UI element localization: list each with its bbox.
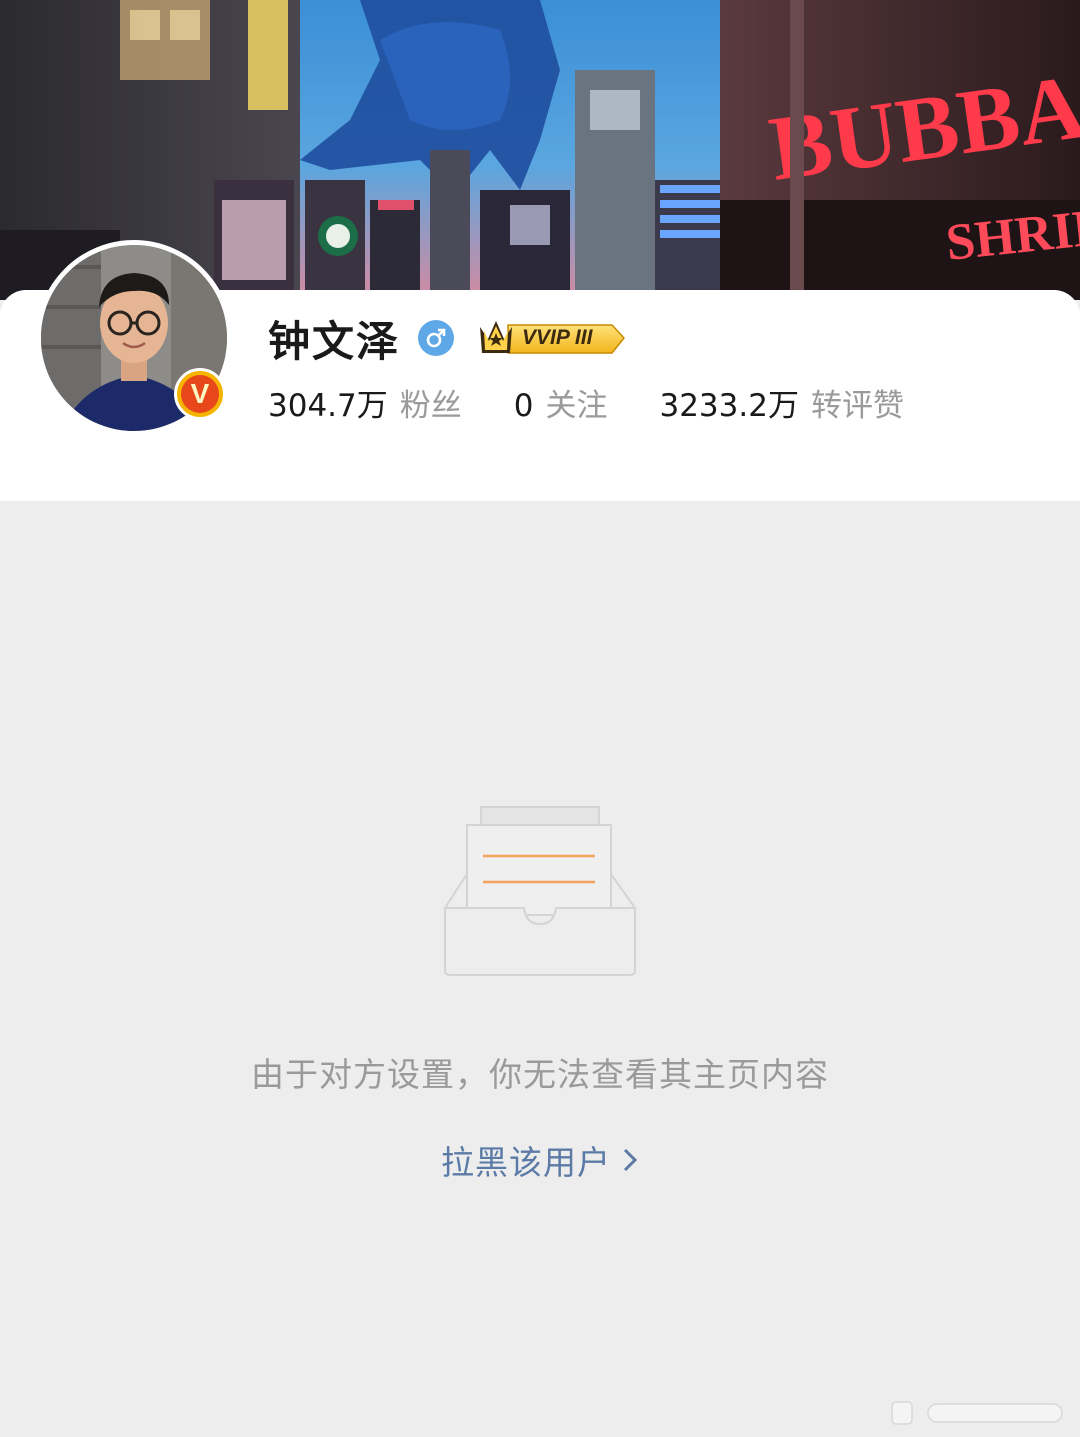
user-name: 钟文泽 xyxy=(268,316,401,366)
block-user-label: 拉黑该用户 xyxy=(441,1143,611,1182)
stats-row: 304.7万 粉丝 0 关注 3233.2万 转评赞 xyxy=(268,378,904,426)
interactions-count: 3233.2万 xyxy=(659,387,799,424)
following-count: 0 xyxy=(513,387,534,424)
stat-interactions[interactable]: 3233.2万 转评赞 xyxy=(659,380,903,425)
empty-state-message: 由于对方设置，你无法查看其主页内容 xyxy=(251,1055,829,1094)
male-icon xyxy=(418,320,455,356)
name-row: 钟文泽 VVIP III xyxy=(268,308,626,368)
following-label: 关注 xyxy=(545,387,608,424)
verified-v-icon: V xyxy=(174,368,226,420)
verified-v-label: V xyxy=(181,375,219,413)
stat-followers[interactable]: 304.7万 粉丝 xyxy=(268,380,462,425)
followers-label: 粉丝 xyxy=(399,387,462,424)
followers-count: 304.7万 xyxy=(268,387,388,424)
empty-inbox-icon xyxy=(440,804,640,980)
home-indicator xyxy=(888,1398,1068,1428)
stat-following[interactable]: 0 关注 xyxy=(514,380,608,425)
vvip-badge[interactable]: VVIP III xyxy=(478,317,626,359)
avatar-container[interactable]: V xyxy=(36,240,232,436)
chevron-right-icon xyxy=(621,1145,639,1175)
interactions-label: 转评赞 xyxy=(810,387,904,424)
block-user-link[interactable]: 拉黑该用户 xyxy=(0,1136,1080,1184)
vvip-label: VVIP III xyxy=(522,326,593,349)
